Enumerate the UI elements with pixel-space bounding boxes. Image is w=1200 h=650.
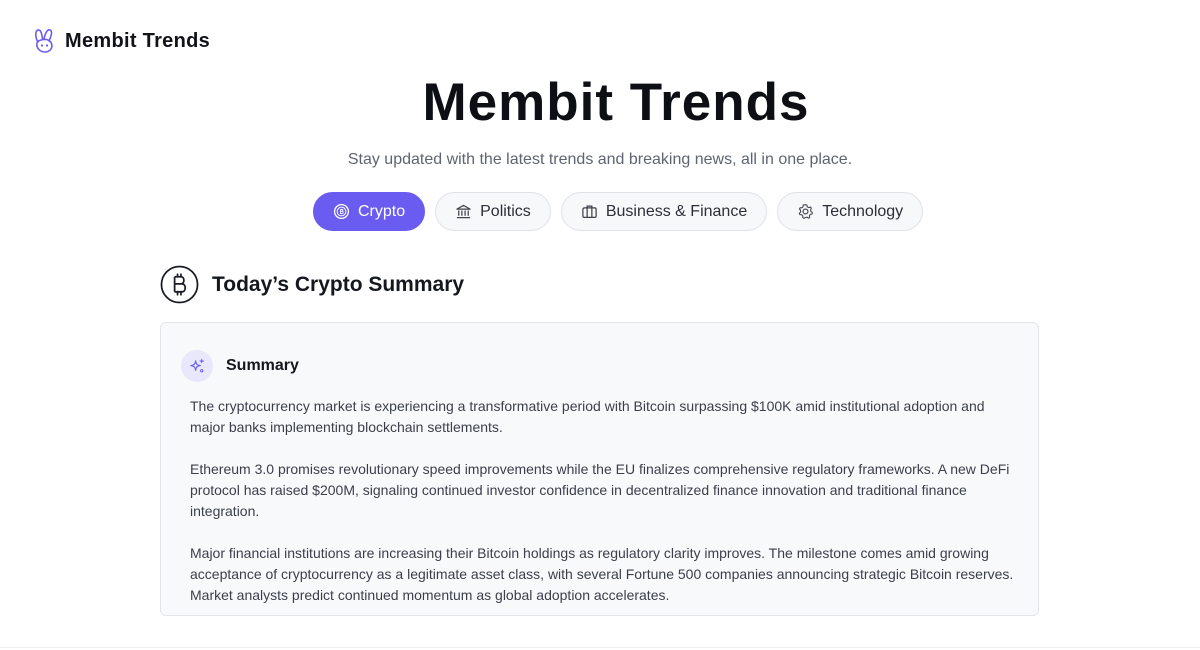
hero-subtitle: Stay updated with the latest trends and …: [347, 151, 853, 168]
coin-icon: [333, 203, 350, 220]
sparkle-icon: [189, 358, 204, 372]
tab-technology[interactable]: Technology: [777, 192, 924, 231]
page: Membit Trends Membit Trends Stay updated…: [0, 0, 1200, 650]
summary-card: Summary The cryptocurrency market is exp…: [160, 322, 1039, 616]
summary-card-header: Summary: [181, 350, 299, 382]
sparkle-badge: [181, 350, 213, 382]
summary-heading: Summary: [226, 357, 299, 374]
briefcase-icon: [582, 205, 597, 218]
tab-politics[interactable]: Politics: [435, 192, 551, 231]
gear-icon: [799, 204, 814, 219]
category-tabs: Crypto Politics Business & Finance Techn…: [313, 192, 924, 231]
section-header: Today’s Crypto Summary: [160, 265, 464, 304]
summary-body: The cryptocurrency market is experiencin…: [190, 396, 1020, 606]
hero-title: Membit Trends: [422, 73, 810, 132]
tab-label: Technology: [822, 202, 904, 220]
section-title: Today’s Crypto Summary: [212, 272, 465, 296]
tab-label: Crypto: [358, 202, 406, 220]
tab-label: Business & Finance: [605, 202, 748, 220]
page-divider: [0, 647, 1200, 648]
rabbit-logo-icon: [34, 29, 53, 53]
bank-building-icon: [456, 204, 471, 219]
tab-business-finance[interactable]: Business & Finance: [560, 192, 768, 231]
summary-paragraph: Ethereum 3.0 promises revolutionary spee…: [190, 461, 1010, 519]
summary-paragraph: Major financial institutions are increas…: [190, 545, 1014, 603]
summary-paragraph: The cryptocurrency market is experiencin…: [190, 398, 985, 435]
bitcoin-icon: [160, 265, 199, 304]
tab-label: Politics: [480, 202, 531, 220]
brand-name: Membit Trends: [65, 29, 211, 52]
tab-crypto[interactable]: Crypto: [313, 192, 426, 231]
brand[interactable]: Membit Trends: [32, 28, 210, 54]
